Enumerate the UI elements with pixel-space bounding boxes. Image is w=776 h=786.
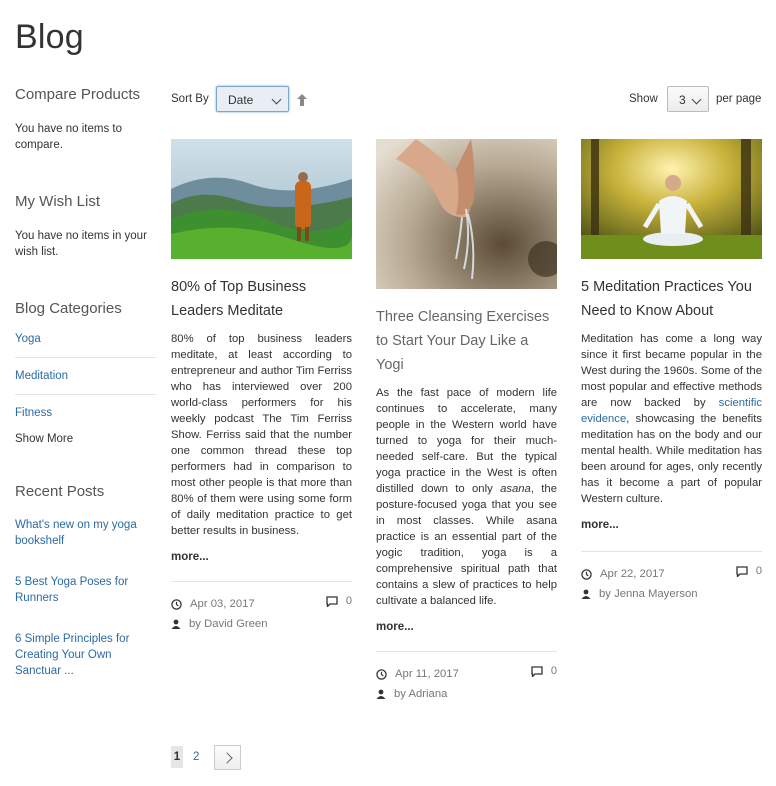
comment-icon <box>736 565 748 577</box>
post-title-link[interactable]: 80% of Top Business Leaders Meditate <box>171 275 352 323</box>
limit-value: 3 <box>679 93 686 107</box>
post-author: by David Green <box>189 618 268 630</box>
post-excerpt-emphasis: asana <box>500 483 531 495</box>
category-link-meditation[interactable]: Meditation <box>15 370 156 395</box>
comment-icon <box>326 595 338 607</box>
show-more-categories-button[interactable]: Show More <box>15 433 156 445</box>
post-date: Apr 22, 2017 <box>600 568 665 580</box>
post-excerpt: Meditation has come a long way since it … <box>581 331 762 507</box>
chevron-right-icon <box>221 751 234 764</box>
blog-categories-block: Blog Categories Yoga Meditation Fitness … <box>15 300 156 445</box>
sidebar: Compare Products You have no items to co… <box>15 86 156 719</box>
monk-on-green-hills-image[interactable] <box>171 139 352 259</box>
page-title: Blog <box>15 18 84 56</box>
clock-icon <box>581 568 592 580</box>
post-date-row: Apr 22, 2017 <box>581 564 762 584</box>
post-card: Three Cleansing Exercises to Start Your … <box>376 139 557 704</box>
post-excerpt-text: , showcasing the benefits meditation has… <box>581 413 762 505</box>
post-date-row: Apr 03, 2017 <box>171 594 352 614</box>
post-author-row: by Jenna Mayerson <box>581 584 762 604</box>
post-date-row: Apr 11, 2017 <box>376 664 557 684</box>
per-page-label: per page <box>716 93 762 105</box>
comments-count[interactable]: 0 <box>531 665 557 677</box>
comment-icon <box>531 665 543 677</box>
recent-posts-block: Recent Posts What's new on my yoga books… <box>15 483 156 679</box>
comments-number: 0 <box>345 595 352 607</box>
arrow-up-icon[interactable] <box>297 94 307 106</box>
hands-with-water-image[interactable] <box>376 139 557 289</box>
sort-by-value: Date <box>228 93 254 107</box>
read-more-link[interactable]: more... <box>171 551 352 563</box>
post-excerpt: 80% of top business leaders meditate, at… <box>171 333 352 537</box>
post-author-row: by Adriana <box>376 684 557 704</box>
post-meta: Apr 11, 2017 by Adriana 0 <box>376 651 557 704</box>
comments-number: 0 <box>755 565 762 577</box>
recent-post-link[interactable]: What's new on my yoga bookshelf <box>15 517 156 549</box>
recent-post-link[interactable]: 5 Best Yoga Poses for Runners <box>15 574 156 606</box>
clock-icon <box>376 668 387 680</box>
page-current: 1 <box>171 746 183 768</box>
post-date: Apr 11, 2017 <box>395 668 459 680</box>
comments-number: 0 <box>550 665 557 677</box>
user-icon <box>376 689 386 699</box>
recent-posts-title: Recent Posts <box>15 483 105 500</box>
comments-count[interactable]: 0 <box>736 565 762 577</box>
next-page-button[interactable] <box>214 744 242 770</box>
post-author: by Adriana <box>394 688 448 700</box>
comments-count[interactable]: 0 <box>326 595 352 607</box>
category-link-fitness[interactable]: Fitness <box>15 407 156 419</box>
read-more-link[interactable]: more... <box>581 519 762 531</box>
page-link-2[interactable]: 2 <box>193 751 199 763</box>
wish-list-title: My Wish List <box>15 193 101 210</box>
user-icon <box>581 589 591 599</box>
recent-post-link[interactable]: 6 Simple Principles for Creating Your Ow… <box>15 631 156 679</box>
post-meta: Apr 03, 2017 by David Green 0 <box>171 581 352 634</box>
limit-select[interactable]: 3 <box>667 86 709 112</box>
post-card: 80% of Top Business Leaders Meditate 80%… <box>171 139 352 634</box>
wish-list-block: My Wish List You have no items in your w… <box>15 193 156 260</box>
category-link-yoga[interactable]: Yoga <box>15 333 156 358</box>
user-icon <box>171 619 181 629</box>
compare-products-block: Compare Products You have no items to co… <box>15 86 156 153</box>
show-label: Show <box>629 93 658 105</box>
sort-by-label: Sort By <box>171 93 209 105</box>
clock-icon <box>171 598 182 610</box>
chevron-down-icon <box>271 94 282 105</box>
sort-by-select[interactable]: Date <box>216 86 289 112</box>
wish-list-empty-text: You have no items in your wish list. <box>15 230 147 258</box>
post-author: by Jenna Mayerson <box>599 588 698 600</box>
post-title-link[interactable]: 5 Meditation Practices You Need to Know … <box>581 275 762 323</box>
blog-categories-title: Blog Categories <box>15 300 122 317</box>
post-title-link[interactable]: Three Cleansing Exercises to Start Your … <box>376 305 557 377</box>
compare-products-empty-text: You have no items to compare. <box>15 123 122 151</box>
post-excerpt: As the fast pace of modern life continue… <box>376 385 557 609</box>
post-excerpt-text: As the fast pace of modern life continue… <box>376 387 557 495</box>
post-author-row: by David Green <box>171 614 352 634</box>
toolbar: Sort By Date Show 3 per page <box>171 86 762 112</box>
woman-meditating-in-park-image[interactable] <box>581 139 762 259</box>
post-card: 5 Meditation Practices You Need to Know … <box>581 139 762 604</box>
compare-products-title: Compare Products <box>15 86 141 103</box>
post-date: Apr 03, 2017 <box>190 598 255 610</box>
pagination: 1 2 <box>171 744 242 770</box>
post-meta: Apr 22, 2017 by Jenna Mayerson 0 <box>581 551 762 604</box>
chevron-down-icon <box>691 94 702 105</box>
post-excerpt-text: , the posture-focused yoga that you see … <box>376 483 557 607</box>
read-more-link[interactable]: more... <box>376 621 557 633</box>
